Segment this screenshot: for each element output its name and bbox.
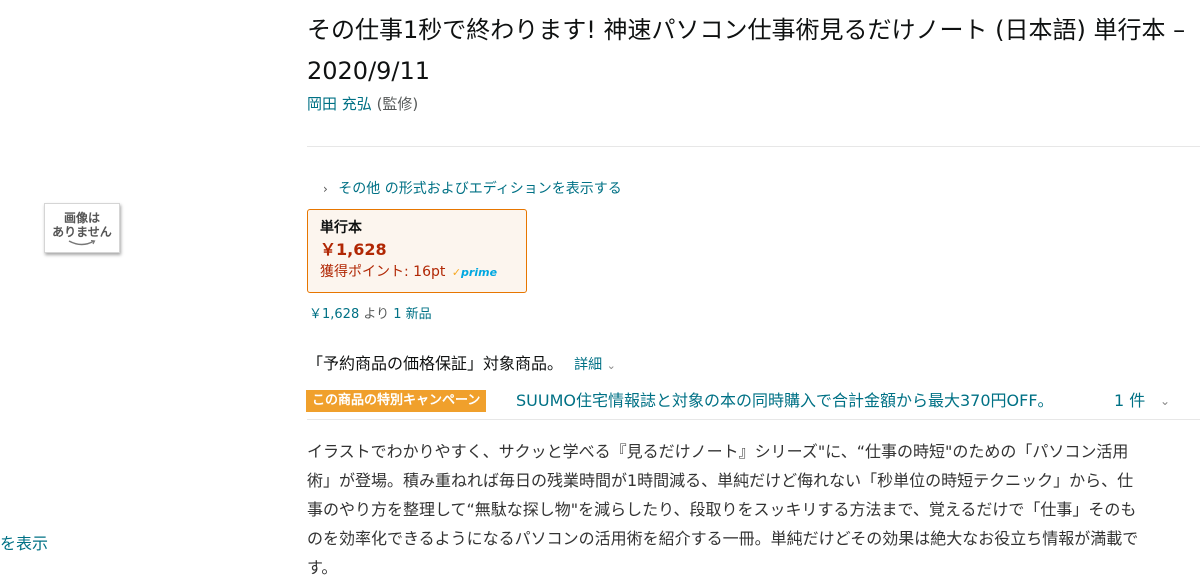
no-image-placeholder: 画像は ありません — [44, 203, 120, 253]
format-name: 単行本 — [320, 220, 362, 236]
format-price: ￥1,628 — [320, 240, 387, 259]
no-image-line2: ありません — [52, 224, 112, 239]
new-offers-row: ￥1,628 より 1 新品 — [309, 303, 432, 322]
chevron-down-icon[interactable]: ⌄ — [1160, 390, 1170, 412]
author-line: 岡田 充弘 (監修) — [307, 93, 418, 114]
price-guarantee-row: 「予約商品の価格保証」対象商品。 詳細 ⌄ — [307, 350, 616, 374]
price-guarantee-text: 「予約商品の価格保証」対象商品。 — [307, 354, 564, 373]
product-description: イラストでわかりやすく、サクッと学べる『見るだけノート』シリーズ"に、“仕事の時… — [307, 442, 1139, 577]
product-title: その仕事1秒で終わります! 神速パソコン仕事術見るだけノート (日本語) 単行本… — [307, 16, 1186, 85]
guarantee-details-label: 詳細 — [574, 357, 603, 373]
campaign-count[interactable]: 1 件 — [1114, 390, 1145, 412]
campaign-row[interactable]: この商品の特別キャンペーン SUUMO住宅情報誌と対象の本の同時購入で合計金額か… — [306, 390, 1200, 414]
author-role: (監修) — [376, 95, 419, 113]
prime-label: prime — [461, 266, 498, 279]
other-formats-link[interactable]: その他 の形式およびエディションを表示する — [338, 181, 621, 197]
campaign-badge: この商品の特別キャンペーン — [306, 390, 487, 412]
prime-check-icon: ✓ — [451, 266, 462, 279]
guarantee-details-link[interactable]: 詳細 ⌄ — [574, 357, 616, 373]
view-images-link[interactable]: を表示 — [0, 530, 48, 554]
new-offers-link[interactable]: 1 新品 — [393, 307, 431, 322]
divider — [307, 419, 1200, 420]
new-offers-price: ￥1,628 — [309, 307, 360, 322]
new-offers-from: より — [363, 307, 390, 322]
no-image-line1: 画像は — [63, 210, 100, 225]
format-option-selected[interactable]: 単行本 ￥1,628 獲得ポイント: 16pt ✓prime — [307, 209, 527, 293]
other-formats-row[interactable]: › その他 の形式およびエディションを表示する — [323, 178, 622, 198]
amazon-smile-icon — [68, 239, 96, 245]
points-text: 獲得ポイント: 16pt — [320, 264, 446, 280]
points-line: 獲得ポイント: 16pt ✓prime — [320, 261, 514, 284]
campaign-text[interactable]: SUUMO住宅情報誌と対象の本の同時購入で合計金額から最大370円OFF。 — [516, 390, 1054, 412]
prime-badge: ✓prime — [452, 266, 497, 279]
chevron-down-icon: ⌄ — [606, 359, 616, 372]
divider — [307, 146, 1200, 147]
author-link[interactable]: 岡田 充弘 — [307, 95, 372, 113]
chevron-right-icon: › — [323, 182, 328, 196]
